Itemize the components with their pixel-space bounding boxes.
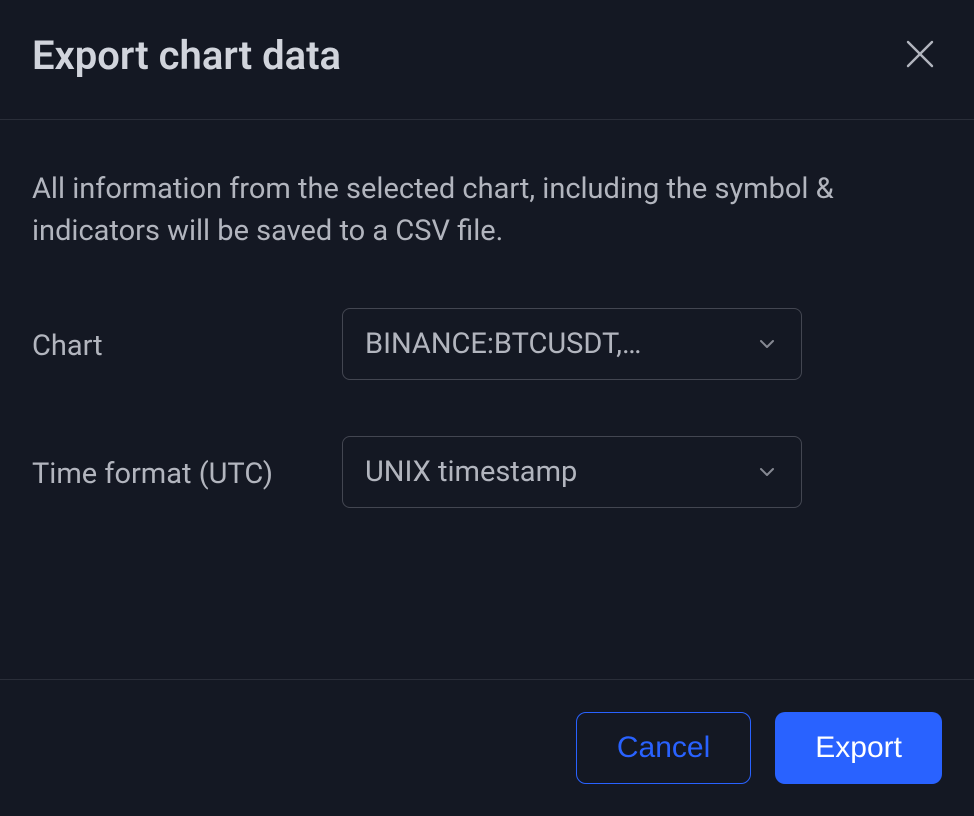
time-format-field-label: Time format (UTC) bbox=[32, 436, 342, 495]
dialog-header: Export chart data bbox=[0, 0, 974, 120]
close-icon bbox=[902, 36, 938, 75]
close-button[interactable] bbox=[898, 32, 942, 79]
chart-select-value: BINANCE:BTCUSDT,… bbox=[365, 327, 641, 361]
chart-select[interactable]: BINANCE:BTCUSDT,… bbox=[342, 308, 802, 380]
export-chart-data-dialog: Export chart data All information from t… bbox=[0, 0, 974, 816]
dialog-title: Export chart data bbox=[32, 32, 341, 79]
chart-field-label: Chart bbox=[32, 308, 342, 367]
dialog-body: All information from the selected chart,… bbox=[0, 120, 974, 679]
cancel-button[interactable]: Cancel bbox=[576, 712, 751, 784]
dialog-footer: Cancel Export bbox=[0, 679, 974, 816]
time-format-field-row: Time format (UTC) UNIX timestamp bbox=[32, 436, 942, 508]
chevron-down-icon bbox=[755, 460, 779, 484]
chart-field-row: Chart BINANCE:BTCUSDT,… bbox=[32, 308, 942, 380]
time-format-select[interactable]: UNIX timestamp bbox=[342, 436, 802, 508]
dialog-description: All information from the selected chart,… bbox=[32, 168, 942, 252]
chevron-down-icon bbox=[755, 332, 779, 356]
export-button[interactable]: Export bbox=[775, 712, 942, 784]
time-format-select-value: UNIX timestamp bbox=[365, 455, 577, 489]
